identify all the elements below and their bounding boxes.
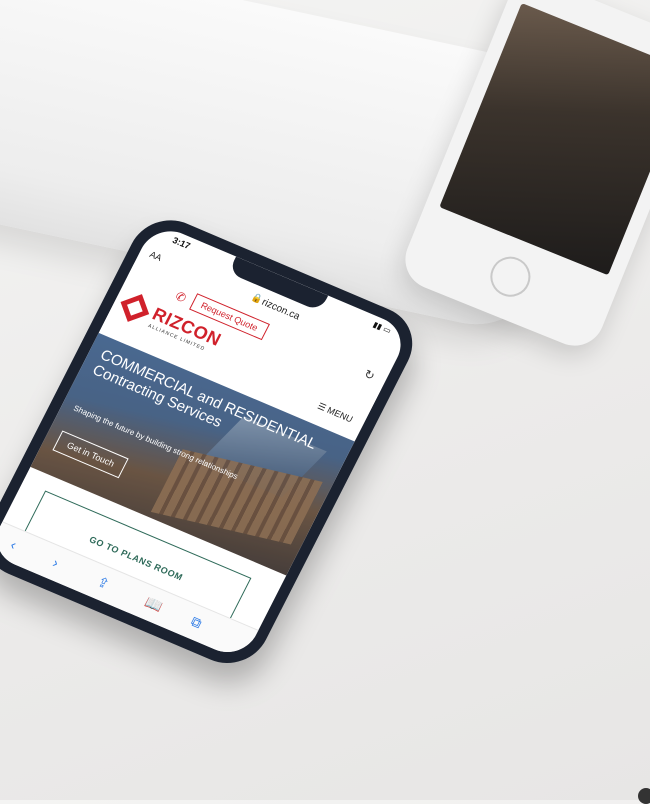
bookmarks-icon[interactable]: 📖 [142, 593, 165, 615]
home-button-icon [484, 250, 537, 303]
signal-battery-icon: ▮▮ ▭ [371, 320, 393, 336]
text-size-button[interactable]: AA [148, 249, 164, 263]
reload-icon[interactable]: ↻ [362, 367, 378, 383]
back-icon[interactable]: ‹ [8, 536, 20, 552]
logo-mark-icon [120, 294, 150, 322]
menu-button[interactable]: ☰ MENU [315, 401, 355, 425]
white-iphone-screen [439, 3, 650, 276]
forward-icon[interactable]: › [50, 554, 62, 570]
tabs-icon[interactable]: ⧉ [188, 613, 204, 632]
phone-call-icon[interactable]: ✆ [173, 289, 189, 305]
status-time: 3:17 [170, 235, 192, 252]
share-icon[interactable]: ⇪ [94, 573, 112, 593]
menu-label: MENU [325, 405, 355, 425]
desk-object [638, 788, 650, 804]
